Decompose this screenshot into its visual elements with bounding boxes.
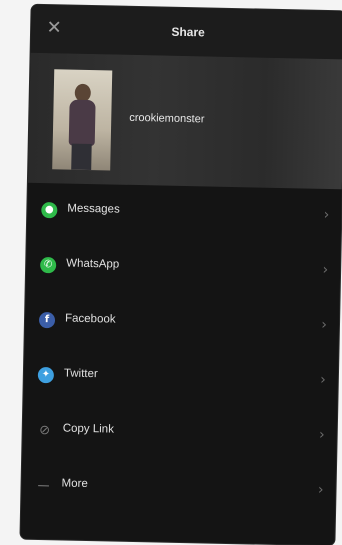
- profile-banner: crookiemonster: [27, 52, 342, 190]
- chevron-right-icon: ›: [322, 261, 329, 279]
- profile-username: crookiemonster: [129, 111, 205, 126]
- share-option-label: Twitter: [63, 367, 98, 381]
- profile-thumbnail[interactable]: [52, 69, 113, 171]
- chevron-right-icon: ›: [321, 316, 328, 334]
- share-option-twitter[interactable]: ✦ Twitter ›: [23, 348, 338, 410]
- share-option-label: Facebook: [64, 312, 116, 326]
- person-legs: [71, 143, 92, 171]
- chevron-right-icon: ›: [317, 481, 324, 498]
- chevron-right-icon: ›: [318, 426, 325, 444]
- share-option-whatsapp[interactable]: ✆ WhatsApp ›: [26, 238, 341, 300]
- share-option-facebook[interactable]: f Facebook ›: [24, 293, 339, 355]
- share-option-label: Copy Link: [62, 422, 115, 436]
- share-options-list: ● Messages › ✆ WhatsApp › f Facebook › ✦…: [21, 183, 342, 520]
- whatsapp-icon: ✆: [40, 257, 57, 274]
- messages-icon: ●: [41, 202, 58, 219]
- share-option-label: Messages: [67, 202, 120, 216]
- person-body: [68, 99, 96, 147]
- more-icon: —: [37, 478, 50, 493]
- share-sheet: ✕ Share crookiemonster ● Messages › ✆ Wh…: [20, 4, 342, 545]
- share-title: Share: [171, 24, 205, 40]
- twitter-icon: ✦: [37, 366, 55, 384]
- share-header: ✕ Share: [30, 4, 342, 60]
- facebook-icon: f: [38, 311, 56, 329]
- share-option-copy-link[interactable]: ⊘ Copy Link ›: [22, 403, 337, 465]
- chevron-right-icon: ›: [323, 206, 330, 224]
- chevron-right-icon: ›: [320, 371, 326, 389]
- share-option-label: WhatsApp: [66, 257, 120, 271]
- link-icon: ⊘: [39, 422, 51, 438]
- share-option-label: More: [61, 477, 88, 491]
- share-option-more[interactable]: — More ›: [21, 458, 336, 520]
- share-option-messages[interactable]: ● Messages ›: [27, 183, 342, 245]
